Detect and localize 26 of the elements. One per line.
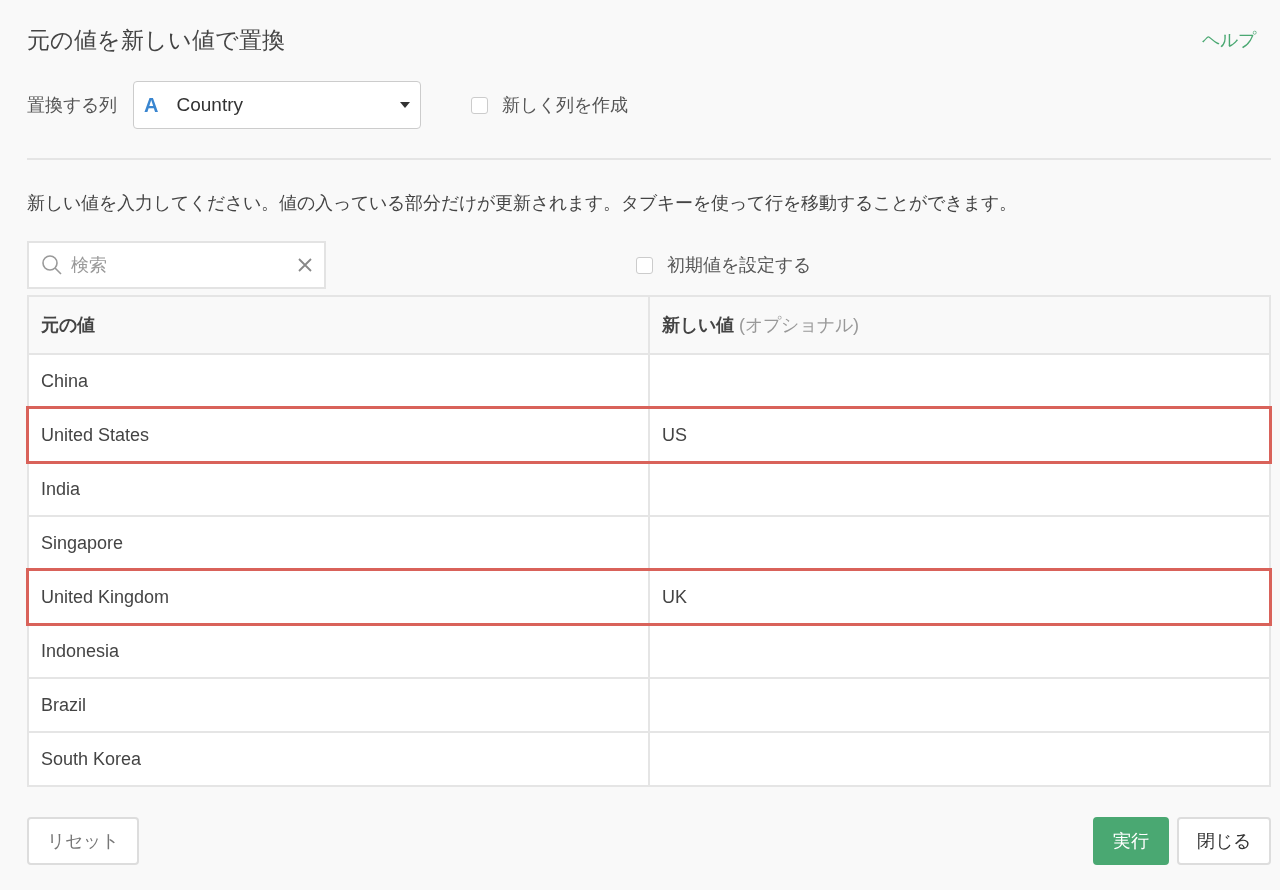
table-cell: India	[28, 462, 649, 516]
run-button[interactable]: 実行	[1093, 817, 1169, 865]
search-field[interactable]: 検索	[27, 241, 326, 289]
table-cell: China	[28, 354, 649, 408]
column-header: 新しい値 (オプショナル)	[649, 296, 1270, 354]
table-cell: South Korea	[28, 732, 649, 786]
help-link[interactable]: ヘルプ	[1202, 28, 1256, 52]
caret-icon	[400, 102, 410, 108]
close-button[interactable]: 閉じる	[1177, 817, 1271, 865]
checkbox-label: 新しく列を作成	[502, 94, 628, 117]
reset-button[interactable]: リセット	[27, 817, 139, 865]
column-header: 元の値	[28, 296, 649, 354]
column-select[interactable]: A Country	[133, 81, 421, 129]
dialog-title: 元の値を新しい値で置換	[27, 25, 285, 55]
search-input[interactable]: 検索	[69, 253, 292, 277]
checkbox[interactable]	[636, 256, 653, 274]
instruction-text: 新しい値を入力してください。値の入っている部分だけが更新されます。タブキーを使って行を移動することができます。	[27, 192, 1018, 215]
column-select-label: 置換する列	[27, 94, 117, 117]
table-cell: Singapore	[28, 516, 649, 570]
table-cell: Indonesia	[28, 624, 649, 678]
search-icon	[41, 254, 63, 276]
clear-icon[interactable]	[298, 258, 312, 272]
table-cell: Brazil	[28, 678, 649, 732]
checkbox-label: 初期値を設定する	[667, 254, 811, 277]
type-icon: A	[144, 93, 159, 117]
checkbox[interactable]	[471, 96, 488, 114]
